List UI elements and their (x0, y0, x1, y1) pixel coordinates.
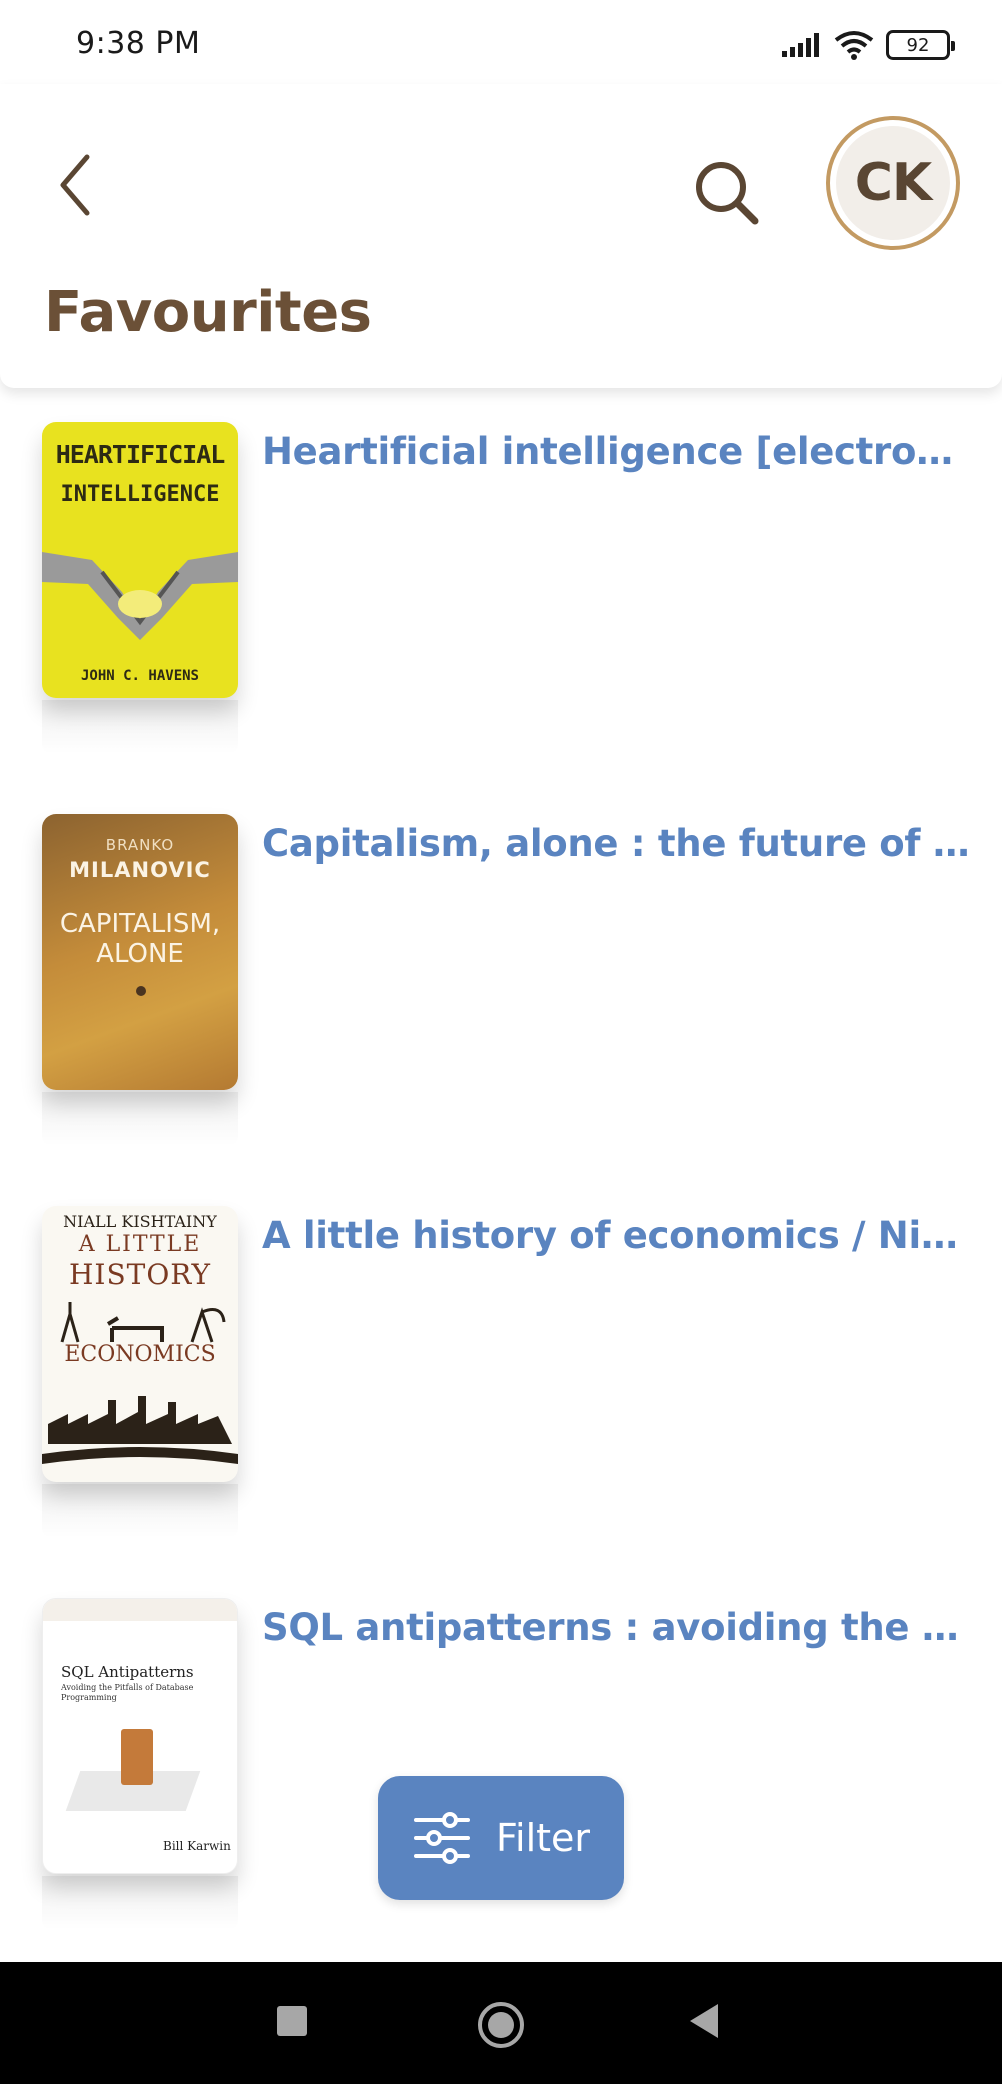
cover-text: INTELLIGENCE (60, 482, 220, 507)
cover-reflection (42, 1876, 238, 1930)
cover-text: JOHN C. HAVENS (80, 668, 199, 684)
cover-text: NIALL KISHTAINY (63, 1212, 217, 1231)
book-cover: HEARTIFICIAL INTELLIGENCE JOHN C. HAVENS (42, 422, 238, 698)
cover-reflection (42, 1092, 238, 1146)
cover-text: A LITTLE (78, 1232, 202, 1257)
cover-text: HISTORY (69, 1258, 211, 1291)
signal-icon (782, 33, 819, 57)
cover-reflection (42, 700, 238, 754)
robot-hands-icon (42, 552, 238, 640)
cover-text: SQL Antipatterns (61, 1663, 194, 1681)
cover-text: Avoiding the Pitfalls of Database Progra… (61, 1683, 194, 1703)
book-title[interactable]: A little history of economics / Niall... (262, 1214, 972, 1257)
system-nav-bar (0, 1962, 1002, 2084)
app-header: CK Favourites (0, 84, 1002, 388)
back-button[interactable] (48, 144, 102, 226)
home-button[interactable] (478, 2002, 524, 2048)
cover-band (43, 1599, 237, 1621)
cover-text: HEARTIFICIAL (55, 440, 226, 469)
avatar[interactable]: CK (826, 116, 960, 250)
book-title[interactable]: SQL antipatterns : avoiding the pi... (262, 1606, 972, 1649)
battery-level: 92 (906, 34, 930, 56)
list-item[interactable]: HEARTIFICIAL INTELLIGENCE JOHN C. HAVENS… (0, 388, 1002, 780)
system-back-button[interactable] (690, 2004, 718, 2038)
recent-apps-button[interactable] (277, 2006, 307, 2036)
cover-decoration (121, 1729, 153, 1785)
status-icons: 92 (782, 28, 955, 62)
cover-text: MILANOVIC (69, 858, 211, 882)
avatar-initials: CK (836, 126, 950, 240)
cover-text: ECONOMICS (64, 1342, 216, 1367)
cover-text: Bill Karwin (163, 1839, 231, 1853)
list-item[interactable]: BRANKO MILANOVIC CAPITALISM, ALONE Capit… (0, 780, 1002, 1172)
battery-icon: 92 (886, 30, 955, 60)
book-cover: SQL Antipatterns Avoiding the Pitfalls o… (42, 1598, 238, 1874)
book-cover: BRANKO MILANOVIC CAPITALISM, ALONE (42, 814, 238, 1090)
factory-illustration-icon (42, 1396, 238, 1464)
filter-button[interactable]: Filter (378, 1776, 624, 1900)
book-title[interactable]: Heartificial intelligence [electroni... (262, 430, 972, 473)
cover-reflection (42, 1484, 238, 1538)
cover-text: BRANKO (105, 836, 175, 854)
cover-text: CAPITALISM, ALONE (59, 909, 221, 969)
figures-illustration-icon (60, 1302, 226, 1343)
book-title[interactable]: Capitalism, alone : the future of t... (262, 822, 972, 865)
filter-label: Filter (495, 1816, 591, 1860)
home-icon (488, 2012, 514, 2038)
wifi-icon (834, 31, 874, 60)
search-icon (696, 162, 759, 225)
list-item[interactable]: NIALL KISHTAINY A LITTLE HISTORY ECONOMI… (0, 1172, 1002, 1564)
status-time: 9:38 PM (76, 26, 201, 61)
status-bar: 9:38 PM 92 (0, 0, 1002, 88)
sliders-icon (413, 1812, 470, 1864)
search-button[interactable] (686, 152, 768, 234)
page-title: Favourites (44, 280, 372, 345)
cover-decoration (136, 986, 146, 996)
book-cover: NIALL KISHTAINY A LITTLE HISTORY ECONOMI… (42, 1206, 238, 1482)
back-arrow-icon (60, 154, 90, 216)
